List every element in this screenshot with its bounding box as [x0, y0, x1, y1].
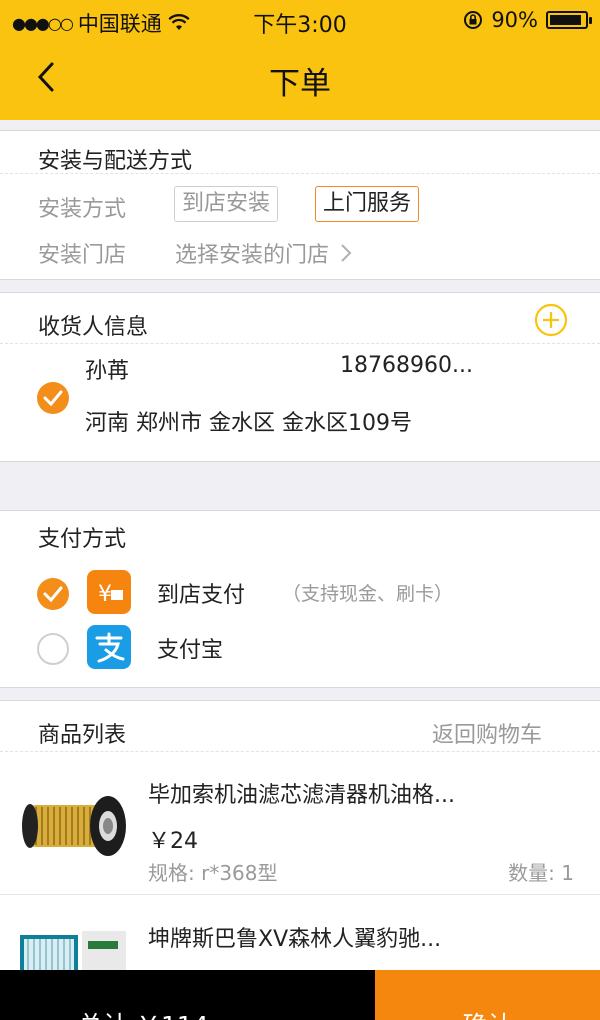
payment-section: 支付方式 ¥ 到店支付 （支持现金、刷卡） 支付宝	[0, 510, 600, 688]
payment-store-note: （支持现金、刷卡）	[282, 583, 454, 605]
order-total: 总计 ￥114	[78, 1006, 209, 1020]
receiver-phone: 18768960...	[340, 353, 473, 378]
product-item[interactable]: 毕加索机油滤芯滤清器机油格... ￥24 规格: r*368型 数量: 1	[0, 753, 600, 895]
alipay-icon	[87, 625, 131, 669]
cash-yen-icon: ¥	[87, 570, 131, 614]
product-name: 坤牌斯巴鲁XV森林人翼豹驰...	[148, 927, 442, 952]
payment-alipay-label: 支付宝	[157, 638, 224, 663]
page-title: 下单	[269, 66, 331, 102]
product-name: 毕加索机油滤芯滤清器机油格...	[148, 783, 455, 808]
receiver-name: 孙苒	[85, 359, 130, 384]
receiver-section-title: 收货人信息	[38, 315, 149, 340]
checkout-bar: 总计 ￥114 确认	[0, 970, 600, 1020]
install-section: 安装与配送方式 安装方式 到店安装 上门服务 安装门店 选择安装的门店	[0, 130, 600, 280]
address-selected-check[interactable]	[37, 382, 69, 414]
product-quantity: 数量: 1	[508, 861, 574, 885]
product-item[interactable]: 坤牌斯巴鲁XV森林人翼豹驰... ￥90	[0, 897, 600, 994]
payment-store-label: 到店支付	[157, 583, 246, 608]
select-store-text: 选择安装的门店	[175, 243, 330, 268]
confirm-button[interactable]: 确认	[375, 970, 600, 1020]
header: ●●●○○ 中国联通 下午3:00 90% 下单	[0, 0, 600, 120]
product-spec: 规格: r*368型	[148, 861, 278, 885]
option-store-install[interactable]: 到店安装	[174, 186, 279, 222]
battery-percent: 90%	[491, 8, 538, 32]
navigation-bar: 下单	[0, 40, 600, 120]
oil-filter-image	[22, 796, 126, 856]
option-home-service[interactable]: 上门服务	[315, 186, 420, 222]
chevron-right-icon	[341, 244, 352, 262]
payment-alipay-radio[interactable]	[37, 633, 69, 665]
svg-text:¥: ¥	[98, 582, 112, 607]
checkmark-icon	[43, 390, 63, 407]
receiver-address: 河南 郑州市 金水区 金水区109号	[85, 411, 412, 436]
add-address-icon[interactable]	[534, 303, 568, 337]
back-to-cart-link[interactable]: 返回购物车	[432, 717, 542, 749]
rotation-lock-icon	[464, 11, 483, 29]
install-store-label: 安装门店	[38, 243, 127, 268]
total-area: 总计 ￥114	[0, 970, 375, 1020]
product-price: ￥24	[148, 829, 198, 854]
product-list-title: 商品列表	[38, 723, 127, 748]
status-bar: ●●●○○ 中国联通 下午3:00 90%	[0, 0, 600, 40]
confirm-button-label: 确认	[375, 1006, 600, 1020]
product-list-section: 商品列表 返回购物车 毕加索机油滤芯滤清器机油格... ￥24 规格: r*36…	[0, 700, 600, 994]
payment-section-title: 支付方式	[38, 527, 127, 552]
payment-option-store[interactable]: ¥ 到店支付 （支持现金、刷卡）	[0, 566, 600, 622]
receiver-section: 收货人信息 孙苒 18768960... 河南 郑州市 金水区 金水区109号	[0, 292, 600, 462]
select-store-button[interactable]: 选择安装的门店	[175, 237, 353, 269]
payment-option-alipay[interactable]: 支付宝	[0, 621, 600, 677]
checkmark-icon	[43, 586, 63, 603]
battery-icon	[546, 11, 592, 29]
install-section-title: 安装与配送方式	[38, 149, 193, 174]
payment-store-radio[interactable]	[37, 578, 69, 610]
install-method-label: 安装方式	[38, 197, 127, 222]
